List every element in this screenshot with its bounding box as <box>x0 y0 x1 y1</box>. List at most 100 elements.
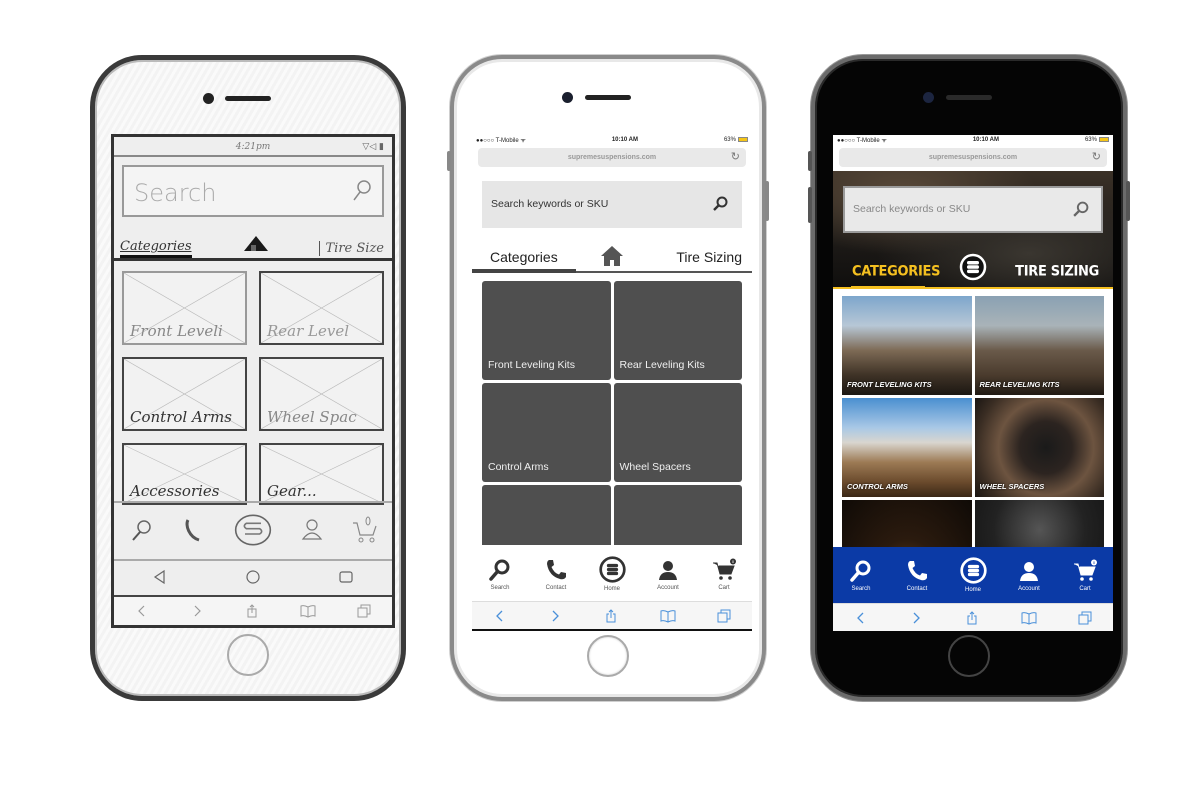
tabs-icon[interactable] <box>1078 611 1092 625</box>
category-grid: Front Leveling Kits Rear Leveling Kits C… <box>472 273 752 584</box>
camera <box>562 92 573 103</box>
tab-categories[interactable]: CATEGORIES <box>852 263 940 280</box>
share-icon[interactable] <box>245 604 259 618</box>
home-button[interactable] <box>587 635 629 677</box>
tab-tire-sizing[interactable]: TIRE SIZING <box>1015 263 1099 280</box>
bottom-nav: Search Contact Home Account 0 Cart <box>833 547 1113 603</box>
category-tile-control-arms[interactable]: CONTROL ARMS <box>842 398 972 497</box>
back-chevron-icon[interactable] <box>493 609 507 623</box>
share-icon[interactable] <box>965 610 979 625</box>
cart-icon: 0 <box>1074 559 1097 581</box>
nav-cart[interactable]: 0 Cart <box>699 558 749 591</box>
nav-account[interactable]: Account <box>643 558 693 591</box>
user-icon[interactable] <box>297 515 327 545</box>
nav-search[interactable]: Search <box>836 559 886 592</box>
tile-label: Rear Leveling Kits <box>619 359 705 371</box>
nav-account[interactable]: Account <box>1004 559 1054 592</box>
search-icon[interactable] <box>1072 201 1089 218</box>
sketch-tile[interactable]: Wheel Spac <box>259 357 384 431</box>
home-circle-icon[interactable] <box>245 569 261 585</box>
category-tile-rear-leveling-kits[interactable]: Rear Leveling Kits <box>613 281 742 380</box>
nav-search[interactable]: Search <box>475 558 525 591</box>
category-tile-front-leveling-kits[interactable]: Front Leveling Kits <box>482 281 611 380</box>
final-screen: ●●○○○ T-Mobile ᯤ 10:10 AM 63% supremesus… <box>833 135 1113 631</box>
forward-chevron-icon[interactable] <box>548 609 562 623</box>
tile-label: WHEEL SPACERS <box>979 482 1045 491</box>
address-bar[interactable]: supremesuspensions.com ↻ <box>839 148 1107 167</box>
tab-categories[interactable]: Categories <box>490 249 558 265</box>
sketch-tile[interactable]: Rear Level <box>259 271 384 345</box>
sketch-android-nav <box>114 559 392 593</box>
cart-icon[interactable] <box>350 515 380 545</box>
camera <box>923 92 934 103</box>
tab-tire-sizing[interactable]: Tire Sizing <box>676 249 742 265</box>
camera <box>203 93 214 104</box>
search-placeholder: Search keywords or SKU <box>491 198 609 210</box>
nav-label: Cart <box>718 584 730 591</box>
tab-categories[interactable]: Categories <box>120 239 192 258</box>
logo-icon[interactable] <box>959 253 987 281</box>
home-button[interactable] <box>227 634 269 676</box>
category-tile-rear-leveling-kits[interactable]: REAR LEVELING KITS <box>974 296 1104 395</box>
sketch-tile[interactable]: Gear... <box>259 443 384 505</box>
recents-icon[interactable] <box>338 569 354 585</box>
search-icon[interactable] <box>126 515 156 545</box>
wireframe-screen: ●●○○○ T-Mobile ᯤ 10:10 AM 63% supremesus… <box>472 135 752 631</box>
tabs-icon[interactable] <box>717 609 731 623</box>
tile-label: CONTROL ARMS <box>847 482 908 491</box>
nav-cart[interactable]: 0 Cart <box>1060 559 1110 592</box>
tile-label: Wheel Spacers <box>619 461 691 473</box>
category-tile-front-leveling-kits[interactable]: FRONT LEVELING KITS <box>842 296 972 395</box>
status-battery: 63% <box>1084 136 1109 144</box>
address-bar[interactable]: supremesuspensions.com ↻ <box>478 148 746 167</box>
home-icon[interactable] <box>600 245 624 267</box>
reload-icon[interactable]: ↻ <box>731 148 740 167</box>
sketch-tile[interactable]: Control Arms <box>122 357 247 431</box>
url-text: supremesuspensions.com <box>567 154 657 161</box>
status-battery: 63% <box>724 136 748 143</box>
share-icon[interactable] <box>604 608 618 623</box>
status-bar: ●●○○○ T-Mobile ᯤ 10:10 AM 63% <box>833 135 1113 145</box>
tile-label: Gear... <box>267 482 317 500</box>
nav-home[interactable]: Home <box>948 557 998 593</box>
category-tabs: Categories Tire Sizing <box>472 231 752 273</box>
search-icon[interactable] <box>712 196 728 212</box>
category-tile-wheel-spacers[interactable]: WHEEL SPACERS <box>974 398 1104 497</box>
bookmarks-icon[interactable] <box>300 604 316 618</box>
nav-label: Home <box>964 587 981 593</box>
reload-icon[interactable]: ↻ <box>1092 148 1101 167</box>
sketch-tile[interactable]: Front Leveli <box>122 271 247 345</box>
bookmarks-icon[interactable] <box>660 609 676 623</box>
category-tile-wheel-spacers[interactable]: Wheel Spacers <box>613 383 742 482</box>
home-icon[interactable] <box>242 233 270 253</box>
search-input[interactable]: Search keywords or SKU <box>482 181 742 228</box>
search-input[interactable]: Search keywords or SKU <box>843 186 1103 233</box>
nav-label: Account <box>657 584 679 591</box>
forward-chevron-icon[interactable] <box>190 604 204 618</box>
status-icons: ▽◁ ▮ <box>362 142 384 152</box>
phone-icon <box>908 560 927 580</box>
tab-tire-size[interactable]: Tire Size <box>318 241 384 256</box>
bookmarks-icon[interactable] <box>1021 611 1037 625</box>
status-carrier: ●●○○○ T-Mobile ᯤ <box>837 138 887 144</box>
category-tile-control-arms[interactable]: Control Arms <box>482 383 611 482</box>
sketch-tile[interactable]: Accessories <box>122 443 247 505</box>
safari-toolbar <box>472 601 752 629</box>
logo-icon[interactable] <box>233 510 273 550</box>
back-chevron-icon[interactable] <box>135 604 149 618</box>
safari-toolbar <box>833 603 1113 631</box>
phone-icon[interactable] <box>179 515 209 545</box>
forward-chevron-icon[interactable] <box>909 611 923 625</box>
nav-home[interactable]: Home <box>587 556 637 592</box>
back-icon[interactable] <box>152 569 168 585</box>
sketch-search-input[interactable]: Search <box>122 165 384 217</box>
tabs-icon[interactable] <box>357 604 371 618</box>
battery-percent: 63% <box>1084 137 1097 144</box>
cart-icon: 0 <box>713 558 736 580</box>
back-chevron-icon[interactable] <box>854 611 868 625</box>
tab-divider <box>833 287 1113 289</box>
home-button[interactable] <box>948 635 990 677</box>
nav-contact[interactable]: Contact <box>531 558 581 591</box>
nav-contact[interactable]: Contact <box>892 559 942 592</box>
search-icon <box>353 180 371 201</box>
